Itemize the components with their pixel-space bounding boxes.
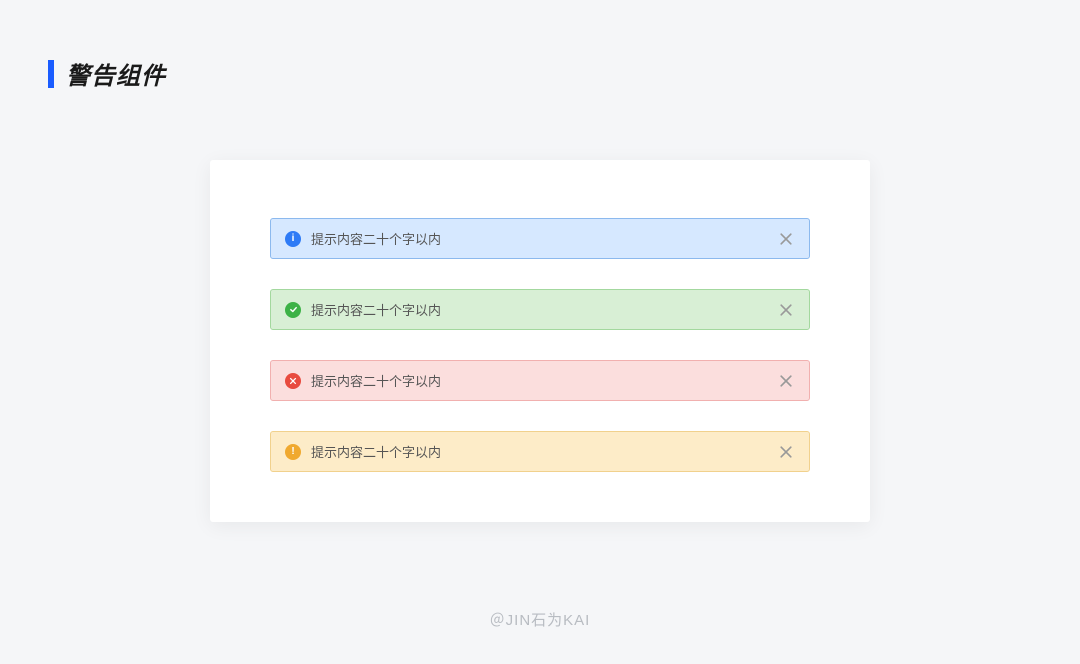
alert-warning-text: 提示内容二十个字以内 (311, 442, 767, 461)
check-icon (285, 302, 301, 318)
close-icon[interactable] (777, 443, 795, 461)
warning-icon: ! (285, 444, 301, 460)
alert-info: i 提示内容二十个字以内 (270, 218, 810, 259)
alerts-card: i 提示内容二十个字以内 提示内容二十个字以内 提示内容二十个字以内 ! 提示内… (210, 160, 870, 522)
close-icon[interactable] (777, 372, 795, 390)
watermark: ＠JIN石为KAI (490, 609, 591, 630)
close-icon[interactable] (777, 230, 795, 248)
alert-warning: ! 提示内容二十个字以内 (270, 431, 810, 472)
alert-success: 提示内容二十个字以内 (270, 289, 810, 330)
info-icon: i (285, 231, 301, 247)
page-title: 警告组件 (66, 56, 166, 91)
alert-success-text: 提示内容二十个字以内 (311, 300, 767, 319)
page-title-wrap: 警告组件 (48, 56, 166, 91)
alert-error: 提示内容二十个字以内 (270, 360, 810, 401)
alert-error-text: 提示内容二十个字以内 (311, 371, 767, 390)
title-accent-bar (48, 60, 54, 88)
close-icon[interactable] (777, 301, 795, 319)
alert-info-text: 提示内容二十个字以内 (311, 229, 767, 248)
error-icon (285, 373, 301, 389)
